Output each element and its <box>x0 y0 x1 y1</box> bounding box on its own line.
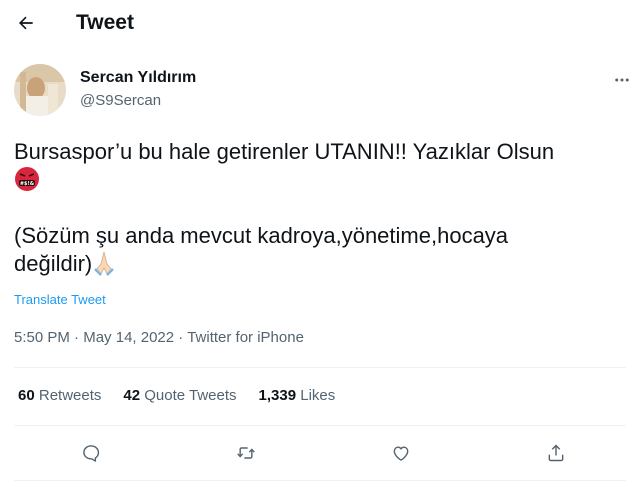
tweet-date[interactable]: May 14, 2022 <box>83 329 174 346</box>
likes-stat[interactable]: 1,339 Likes <box>259 387 336 404</box>
engagement-stats: 60 Retweets 42 Quote Tweets 1,339 Likes <box>18 387 335 404</box>
tweet-actions <box>0 436 640 470</box>
more-horizontal-icon <box>615 78 629 82</box>
angry-face-with-symbols-emoji: #$!& <box>15 167 39 191</box>
page-title: Tweet <box>76 11 134 34</box>
retweets-stat[interactable]: 60 Retweets <box>18 387 101 404</box>
author-handle[interactable]: @S9Sercan <box>80 92 161 109</box>
tweet-time[interactable]: 5:50 PM <box>14 329 70 346</box>
back-button[interactable] <box>10 7 42 39</box>
like-icon <box>393 446 409 461</box>
tweet-line: değildir) <box>14 250 626 278</box>
tweet-line: Bursaspor’u bu hale getirenler UTANIN!! … <box>14 139 555 164</box>
tweet-text: Bursaspor’u bu hale getirenler UTANIN!! … <box>14 138 626 278</box>
share-button[interactable] <box>539 436 573 470</box>
reply-icon <box>83 445 100 462</box>
tweet-source[interactable]: Twitter for iPhone <box>187 329 304 346</box>
arrow-left-icon <box>19 16 33 30</box>
quote-tweets-stat[interactable]: 42 Quote Tweets <box>123 387 236 404</box>
folded-hands-emoji <box>94 251 115 276</box>
tweet-line: #$!& <box>14 166 626 194</box>
share-icon <box>548 444 564 462</box>
author-name[interactable]: Sercan Yıldırım <box>80 69 196 87</box>
tweet-line: (Sözüm şu anda mevcut kadroya,yönetime,h… <box>14 223 509 248</box>
tweet-meta: 5:50 PM · May 14, 2022 · Twitter for iPh… <box>14 329 304 346</box>
reply-button[interactable] <box>74 436 108 470</box>
divider <box>14 425 626 426</box>
more-options-button[interactable] <box>608 66 636 94</box>
tweet-header: Tweet <box>0 0 640 46</box>
divider <box>14 480 626 481</box>
svg-text:#$!&: #$!& <box>20 181 35 187</box>
translate-tweet-link[interactable]: Translate Tweet <box>14 292 106 307</box>
avatar[interactable] <box>14 64 66 116</box>
avatar-image <box>14 64 66 116</box>
retweet-icon <box>237 447 255 459</box>
retweet-button[interactable] <box>229 436 263 470</box>
like-button[interactable] <box>384 436 418 470</box>
divider <box>14 367 626 368</box>
